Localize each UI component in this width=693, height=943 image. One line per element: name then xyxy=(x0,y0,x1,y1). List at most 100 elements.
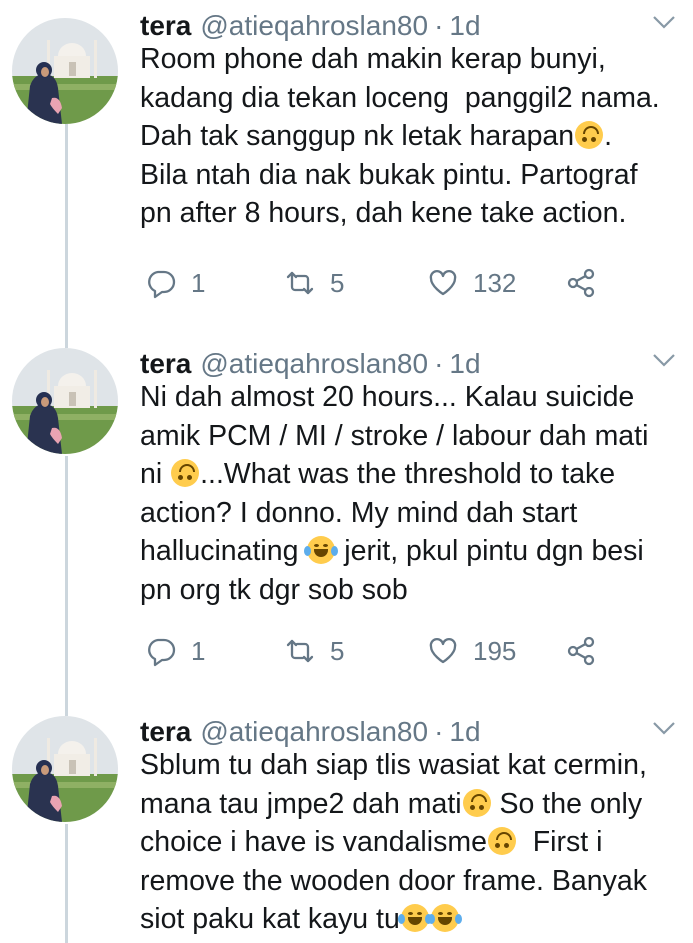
separator-dot: · xyxy=(434,10,444,41)
text-segment: siot paku kat kayu tu xyxy=(140,903,400,935)
reply-icon xyxy=(145,635,191,667)
reply-count: 1 xyxy=(191,635,206,666)
text-segment: jerit, pkul pintu dgn besi xyxy=(336,535,644,567)
avatar[interactable] xyxy=(12,18,118,124)
tweet-text-line: ni ...What was the threshold to take xyxy=(140,455,680,494)
reply-button[interactable]: 1 xyxy=(145,263,205,303)
text-segment: Sblum tu dah siap tlis wasiat kat cermin… xyxy=(140,749,647,781)
user-handle[interactable]: @atieqahroslan80 xyxy=(200,716,428,748)
retweet-icon xyxy=(286,639,314,663)
timestamp[interactable]: 1d xyxy=(449,348,480,380)
tweet-text-line: choice i have is vandalisme First i xyxy=(140,823,680,862)
avatar[interactable] xyxy=(12,716,118,822)
tweet[interactable]: tera @atieqahroslan80 · 1d Room phone da… xyxy=(0,0,693,338)
thread-line xyxy=(65,338,68,348)
display-name[interactable]: tera xyxy=(140,10,191,42)
text-segment: kadang dia tekan loceng panggil2 nama. xyxy=(140,81,660,114)
retweet-icon xyxy=(284,267,330,299)
thread-line xyxy=(65,124,68,338)
heart-icon xyxy=(427,635,473,667)
timestamp[interactable]: 1d xyxy=(449,716,480,748)
chevron-down-icon[interactable] xyxy=(651,12,677,32)
like-count: 195 xyxy=(473,635,517,666)
text-segment: pn after 8 hours, dah kene take action. xyxy=(140,197,627,229)
tweet-text-line: Sblum tu dah siap tlis wasiat kat cermin… xyxy=(140,746,680,785)
user-handle[interactable]: @atieqahroslan80 xyxy=(200,348,428,380)
reply-icon xyxy=(148,270,176,299)
retweet-button[interactable]: 5 xyxy=(284,631,344,671)
upside-down-face-emoji xyxy=(575,121,604,149)
share-button[interactable] xyxy=(565,631,611,671)
tweet-text-line: remove the wooden door frame. Banyak xyxy=(140,862,680,901)
tweet-text-line: pn after 8 hours, dah kene take action. xyxy=(140,194,680,233)
thread-line xyxy=(65,456,68,706)
tweet-text-line: Dah tak sanggup nk letak harapan. xyxy=(140,117,680,156)
text-segment: Dah tak sanggup nk letak harapan xyxy=(140,120,575,152)
tweet-text-line: kadang dia tekan loceng panggil2 nama. xyxy=(140,79,680,118)
heart-icon xyxy=(429,270,457,296)
tweet-text-line: hallucinating jerit, pkul pintu dgn besi xyxy=(140,532,680,571)
heart-icon xyxy=(427,267,473,299)
retweet-button[interactable]: 5 xyxy=(284,263,344,303)
display-name[interactable]: tera xyxy=(140,716,191,748)
text-segment: action? I donno. My mind dah start xyxy=(140,496,578,529)
share-icon xyxy=(565,267,611,299)
chevron-down-icon[interactable] xyxy=(651,350,677,370)
tweet-text: Ni dah almost 20 hours... Kalau suicide a… xyxy=(140,378,680,609)
retweet-count: 5 xyxy=(330,635,345,666)
text-segment: choice i have is vandalisme xyxy=(140,826,487,858)
like-count: 132 xyxy=(473,267,517,298)
tweet-text-line: pn org tk dgr sob sob xyxy=(140,571,680,610)
separator-dot: · xyxy=(434,716,444,747)
text-segment: mana tau jmpe2 dah mati xyxy=(140,787,462,820)
upside-down-face-emoji xyxy=(462,788,491,817)
chevron-down-icon[interactable] xyxy=(651,718,677,738)
avatar[interactable] xyxy=(12,348,118,454)
tears-of-joy-emoji xyxy=(397,904,432,932)
text-segment: remove the wooden door frame. Banyak xyxy=(140,864,647,897)
share-button[interactable] xyxy=(565,263,611,303)
tweet-text-line: amik PCM / MI / stroke / labour dah mati xyxy=(140,417,680,456)
tears-of-joy-emoji xyxy=(427,904,462,932)
tweet[interactable]: tera @atieqahroslan80 · 1d Ni dah almost… xyxy=(0,338,693,706)
tweet-text: Sblum tu dah siap tlis wasiat kat cermin… xyxy=(140,746,680,939)
reply-icon xyxy=(145,267,191,299)
display-name[interactable]: tera xyxy=(140,348,191,380)
upside-down-face-emoji xyxy=(487,827,516,855)
retweet-icon xyxy=(286,271,314,295)
thread-line xyxy=(65,824,68,943)
tweet-text-line: Ni dah almost 20 hours... Kalau suicide xyxy=(140,378,680,417)
text-segment: First i xyxy=(516,826,603,858)
text-segment: hallucinating xyxy=(140,535,307,567)
like-button[interactable]: 132 xyxy=(427,263,516,303)
text-segment: ni xyxy=(140,458,171,490)
heart-icon xyxy=(429,638,457,664)
tears-of-joy-emoji xyxy=(304,536,339,564)
share-icon xyxy=(565,635,611,667)
tweet-text-line: mana tau jmpe2 dah mati So the only xyxy=(140,785,680,824)
text-segment: Ni dah almost 20 hours... Kalau suicide xyxy=(140,381,635,413)
text-segment: pn org tk dgr sob sob xyxy=(140,573,408,606)
tweet-text-line: Bila ntah dia nak bukak pintu. Partograf xyxy=(140,156,680,195)
text-segment: . xyxy=(604,120,613,152)
tweet-text: Room phone dah makin kerap bunyi, kadang … xyxy=(140,40,680,233)
tweet-actions: 1 5 132 xyxy=(140,263,620,303)
reply-button[interactable]: 1 xyxy=(145,631,205,671)
text-segment: Bila ntah dia nak bukak pintu. Partograf xyxy=(140,158,638,191)
retweet-icon xyxy=(284,635,330,667)
tweet-text-line: siot paku kat kayu tu xyxy=(140,900,680,939)
retweet-count: 5 xyxy=(330,267,345,298)
timestamp[interactable]: 1d xyxy=(449,10,480,42)
tweet-text-line: action? I donno. My mind dah start xyxy=(140,494,680,533)
tweet[interactable]: tera @atieqahroslan80 · 1d Sblum tu dah … xyxy=(0,706,693,943)
user-handle[interactable]: @atieqahroslan80 xyxy=(200,10,428,42)
text-segment: Room phone dah makin kerap bunyi, xyxy=(140,43,606,75)
thread-line xyxy=(65,706,68,716)
tweet-actions: 1 5 195 xyxy=(140,631,620,671)
share-icon xyxy=(567,636,595,666)
text-segment: So the only xyxy=(491,787,643,820)
text-segment: amik PCM / MI / stroke / labour dah mati xyxy=(140,419,649,452)
text-segment: ...What was the threshold to take xyxy=(200,458,616,490)
upside-down-face-emoji xyxy=(171,459,200,487)
like-button[interactable]: 195 xyxy=(427,631,516,671)
